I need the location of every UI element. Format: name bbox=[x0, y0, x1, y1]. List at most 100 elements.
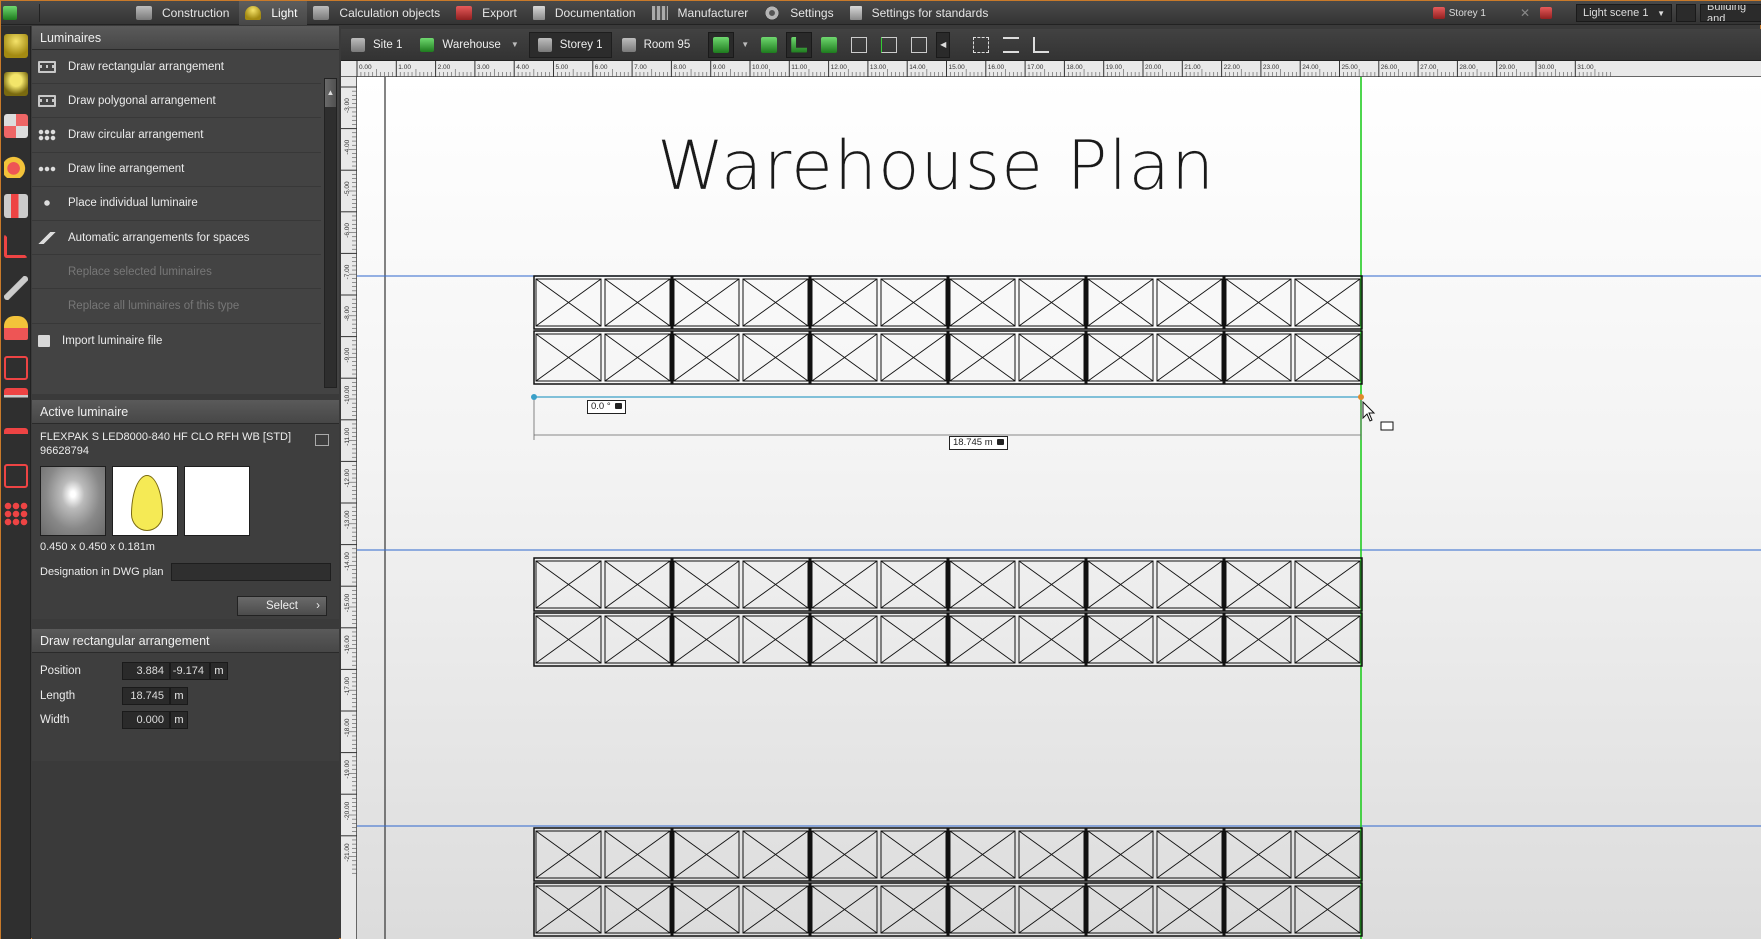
menu-light[interactable]: Light bbox=[239, 0, 308, 25]
draw-rectangular-arrangement-item[interactable]: Draw rectangular arrangement bbox=[32, 50, 321, 85]
view-3d-button[interactable] bbox=[756, 32, 782, 58]
plan-view-button[interactable] bbox=[708, 31, 735, 58]
draw-line-arrangement-item[interactable]: Draw line arrangement bbox=[32, 153, 321, 187]
dwg-designation-label: Designation in DWG plan bbox=[40, 566, 164, 578]
luminaire-code: 96628794 bbox=[40, 445, 89, 457]
rotate-icon[interactable] bbox=[4, 114, 28, 138]
length-field[interactable]: 18.745 bbox=[122, 686, 170, 705]
arrangement-header: Draw rectangular arrangement bbox=[32, 629, 339, 653]
rack-divider bbox=[946, 613, 950, 666]
menu-manufacturer[interactable]: Manufacturer bbox=[646, 1, 759, 25]
wave-icon[interactable] bbox=[4, 388, 28, 412]
position-x-field[interactable]: 3.884 bbox=[122, 662, 170, 681]
drawing-canvas[interactable]: Warehouse Plan 0.0 ° 18.745 m bbox=[357, 77, 1761, 939]
menu-settings[interactable]: Settings bbox=[758, 1, 843, 25]
draw-circular-arrangement-item[interactable]: Draw circular arrangement bbox=[32, 118, 321, 153]
view-front-button[interactable] bbox=[876, 32, 902, 58]
room-selector[interactable]: Room 95 bbox=[614, 32, 699, 58]
draw-polygonal-arrangement-item[interactable]: Draw polygonal arrangement bbox=[32, 84, 321, 119]
angle-dimension-label[interactable]: 0.0 ° bbox=[587, 400, 626, 414]
position-y-field[interactable]: -9.174 bbox=[170, 662, 210, 681]
copy-icon[interactable] bbox=[315, 434, 329, 446]
luminaire-photo[interactable] bbox=[40, 466, 106, 536]
luminaires-scrollbar[interactable]: ▲ bbox=[324, 78, 337, 388]
rack-divider bbox=[808, 558, 812, 611]
export-icon bbox=[456, 5, 473, 20]
ruler-label: 25.00 bbox=[1342, 64, 1359, 71]
select-button[interactable]: Select bbox=[237, 596, 327, 616]
luminaire-tool-icon[interactable] bbox=[4, 34, 28, 58]
view-back-button[interactable] bbox=[906, 32, 932, 58]
wrench-icon[interactable] bbox=[4, 276, 28, 300]
automatic-arrangements-item[interactable]: Automatic arrangements for spaces bbox=[32, 221, 321, 256]
building-selector[interactable]: Warehouse ▼ bbox=[412, 32, 526, 58]
menu-documentation[interactable]: Documentation bbox=[527, 1, 646, 25]
app-icon bbox=[3, 5, 17, 20]
ceiling-icon[interactable] bbox=[4, 428, 28, 452]
storey-label: Storey 1 bbox=[1448, 7, 1486, 19]
rack-divider bbox=[670, 883, 674, 936]
frame-icon[interactable] bbox=[4, 356, 28, 380]
settings-gear-icon bbox=[764, 5, 781, 20]
replace-all-luminaires-item[interactable]: Replace all luminaires of this type bbox=[32, 289, 321, 324]
ruler-label: 11.00 bbox=[791, 64, 807, 71]
dimension-button[interactable] bbox=[1028, 32, 1054, 58]
menu-calculation-objects[interactable]: Calculation objects bbox=[307, 1, 450, 25]
menu-export-label: Export bbox=[482, 5, 517, 20]
zoom-extents-button[interactable] bbox=[968, 32, 994, 58]
building-button[interactable]: Building and bbox=[1700, 4, 1761, 22]
menu-settings-standards[interactable]: Settings for standards bbox=[844, 1, 999, 25]
view-dropdown[interactable]: ▼ bbox=[738, 32, 752, 58]
import-luminaire-file-item[interactable]: Import luminaire file bbox=[32, 324, 321, 358]
chart-icon[interactable] bbox=[4, 194, 28, 218]
toolbar-scroll-left[interactable]: ◀ bbox=[936, 31, 951, 58]
lamp-stack-icon[interactable] bbox=[4, 316, 28, 340]
empty-thumbnail[interactable] bbox=[184, 466, 250, 536]
ruler-label: -20.00 bbox=[344, 801, 351, 820]
dwg-designation-input[interactable] bbox=[170, 563, 331, 581]
close-icon[interactable]: ✕ bbox=[1520, 7, 1532, 19]
menu-standards-label: Settings for standards bbox=[871, 5, 989, 20]
measure-button[interactable] bbox=[998, 32, 1024, 58]
light-distribution-image[interactable] bbox=[112, 466, 178, 536]
alert-icon[interactable] bbox=[1540, 7, 1552, 19]
ruler-label: 27.00 bbox=[1420, 64, 1437, 71]
ruler-label: 8.00 bbox=[673, 64, 686, 71]
menu-divider bbox=[39, 3, 40, 22]
menu-export[interactable]: Export bbox=[450, 1, 527, 25]
width-field[interactable]: 0.000 bbox=[122, 711, 170, 730]
building-icon bbox=[420, 37, 435, 52]
lock-icon[interactable] bbox=[996, 439, 1004, 446]
site-selector[interactable]: Site 1 bbox=[343, 32, 410, 58]
menu-construction[interactable]: Construction bbox=[130, 1, 239, 25]
rack-divider bbox=[1222, 613, 1226, 666]
rack-divider bbox=[808, 613, 812, 666]
scene-options-button[interactable] bbox=[1676, 4, 1696, 22]
view-iso-button[interactable] bbox=[816, 32, 842, 58]
bulb-icon[interactable] bbox=[4, 72, 28, 96]
app-menu-button[interactable] bbox=[1, 1, 37, 25]
import-file-icon bbox=[38, 334, 50, 347]
rack-divider bbox=[946, 331, 950, 384]
light-scene-select[interactable]: Light scene 1 ▼ bbox=[1576, 4, 1672, 22]
scroll-up-icon[interactable]: ▲ bbox=[325, 79, 336, 107]
front-view-icon bbox=[881, 36, 898, 53]
place-individual-luminaire-item[interactable]: Place individual luminaire bbox=[32, 187, 321, 221]
lock-icon[interactable] bbox=[614, 403, 622, 410]
color-icon[interactable] bbox=[4, 154, 28, 178]
menu-calculation-label: Calculation objects bbox=[339, 5, 441, 20]
ruler-label: -3.00 bbox=[344, 98, 351, 113]
view-side-button[interactable] bbox=[846, 32, 872, 58]
screen-icon[interactable] bbox=[4, 464, 28, 488]
menu-construction-label: Construction bbox=[162, 5, 230, 20]
view-floor-button[interactable] bbox=[786, 31, 813, 58]
ruler-label: -17.00 bbox=[344, 677, 351, 696]
storey-selector[interactable]: Storey 1 bbox=[528, 31, 612, 58]
angle-value: 0.0 ° bbox=[591, 401, 611, 412]
replace-selected-luminaires-item[interactable]: Replace selected luminaires bbox=[32, 255, 321, 290]
plan-drawing[interactable] bbox=[357, 77, 1761, 939]
grid-dots-icon[interactable] bbox=[4, 502, 28, 526]
room-icon[interactable] bbox=[4, 234, 28, 258]
item-label: Replace all luminaires of this type bbox=[68, 299, 240, 312]
length-dimension-label[interactable]: 18.745 m bbox=[949, 436, 1008, 450]
